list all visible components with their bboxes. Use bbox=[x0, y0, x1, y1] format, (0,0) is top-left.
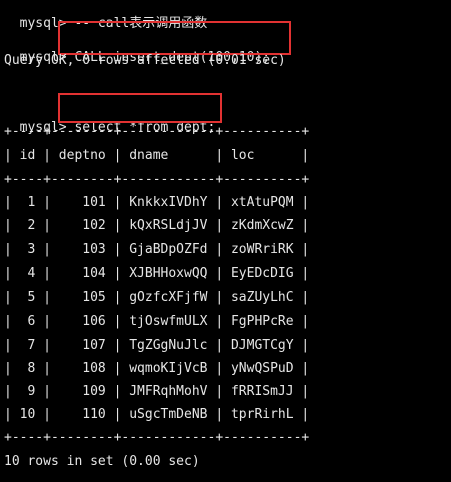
comment-line: mysql> -- call表示调用函数 bbox=[4, 0, 208, 31]
table-row: | 10 | 110 | uSgcTmDeNB | tprRirhL | bbox=[4, 407, 310, 422]
table-border-mid: +----+--------+------------+----------+ bbox=[4, 172, 310, 187]
terminal-window[interactable]: { "terminal": { "line_comment": { "promp… bbox=[0, 0, 451, 482]
call-command-highlight bbox=[58, 21, 291, 55]
table-border-bottom: +----+--------+------------+----------+ bbox=[4, 430, 310, 445]
table-border-top: +----+--------+------------+----------+ bbox=[4, 124, 310, 139]
select-command-highlight bbox=[58, 93, 222, 123]
table-row: | 7 | 107 | TgZGgNuJlc | DJMGTCgY | bbox=[4, 338, 310, 353]
table-row: | 9 | 109 | JMFRqhMohV | fRRISmJJ | bbox=[4, 384, 310, 399]
table-row: | 2 | 102 | kQxRSLdjJV | zKdmXcwZ | bbox=[4, 218, 310, 233]
call-result-line: Query OK, 0 rows affected (0.01 sec) bbox=[4, 53, 286, 68]
table-row: | 5 | 105 | gOzfcXFjfW | saZUyLhC | bbox=[4, 290, 310, 305]
table-row: | 1 | 101 | KnkkxIVDhY | xtAtuPQM | bbox=[4, 195, 310, 210]
table-header: | id | deptno | dname | loc | bbox=[4, 148, 310, 163]
table-row: | 6 | 106 | tjOswfmULX | FgPHPcRe | bbox=[4, 314, 310, 329]
table-row: | 8 | 108 | wqmoKIjVcB | yNwQSPuD | bbox=[4, 361, 310, 376]
table-row: | 3 | 103 | GjaBDpOZFd | zoWRriRK | bbox=[4, 242, 310, 257]
result-summary-line: 10 rows in set (0.00 sec) bbox=[4, 454, 200, 469]
table-row: | 4 | 104 | XJBHHoxwQQ | EyEDcDIG | bbox=[4, 266, 310, 281]
